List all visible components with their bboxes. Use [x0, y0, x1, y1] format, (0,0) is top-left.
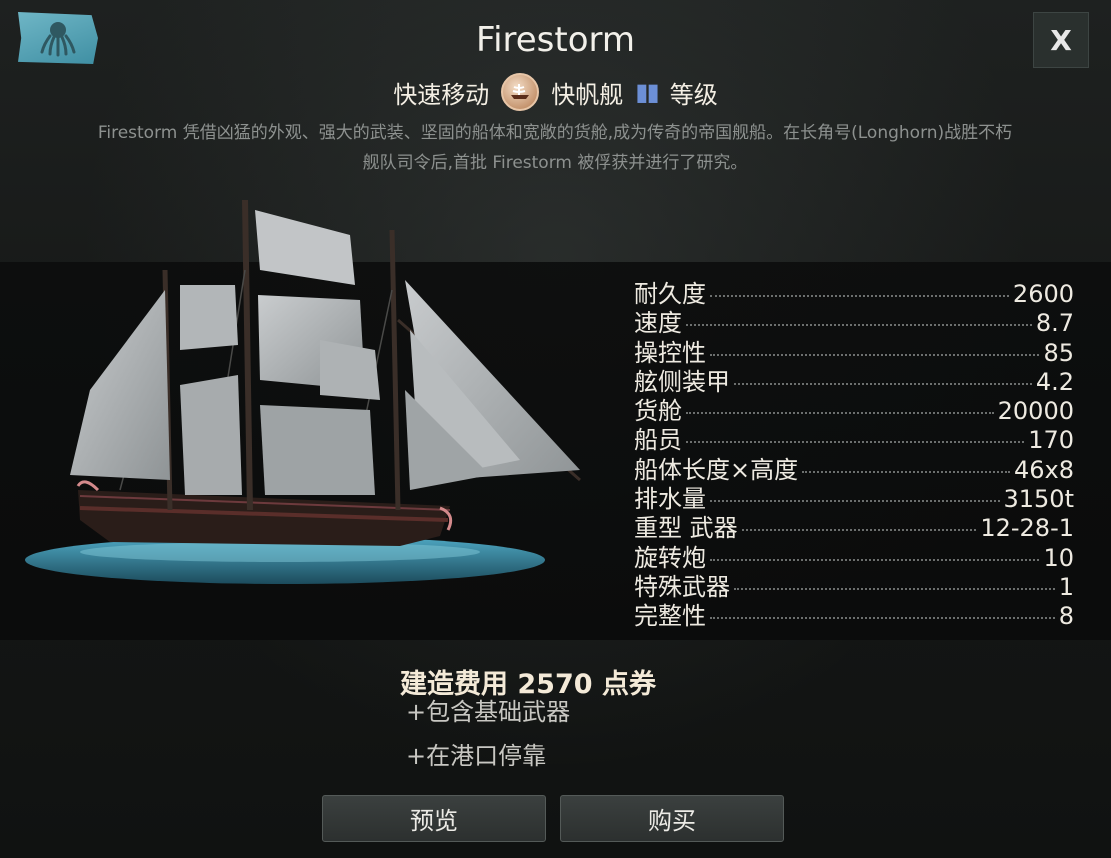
- ship-class-label: 快帆舰: [551, 80, 624, 109]
- include-item-weapons: +包含基础武器: [406, 698, 571, 726]
- stat-value: 20000: [997, 397, 1074, 426]
- dotted-leader: [710, 558, 1040, 561]
- stat-label: 完整性: [634, 602, 706, 631]
- dotted-leader: [686, 441, 1025, 444]
- dotted-leader: [734, 382, 1032, 385]
- dotted-leader: [710, 295, 1009, 297]
- stat-value: 8: [1058, 602, 1074, 631]
- stat-value: 10: [1043, 543, 1074, 572]
- stats-list: 耐久度 2600 速度 8.7 操控性 85 舷侧装甲 4.2 货舱 20000 船员 170 船体长度…: [634, 274, 1074, 630]
- buy-button[interactable]: 购买: [560, 795, 784, 842]
- dotted-leader: [802, 470, 1010, 473]
- preview-button[interactable]: 预览: [322, 795, 546, 842]
- move-tag: 快速移动: [393, 80, 490, 109]
- stat-row: 排水量 3150t: [634, 479, 1074, 513]
- stat-value: 1: [1058, 572, 1074, 601]
- rank-label: 等级: [669, 80, 718, 109]
- ship-title: Firestorm: [475, 20, 636, 60]
- stat-value: 46x8: [1013, 455, 1074, 484]
- ship-description: Firestorm 凭借凶猛的外观、强大的武装、坚固的船体和宽敞的货舱,成为传奇…: [97, 123, 1013, 173]
- ship-tags: 快速移动 快帆舰 ▮▮ 等级: [0, 73, 1111, 111]
- stat-row: 操控性 85: [634, 333, 1074, 367]
- stat-value: 12-28-1: [980, 514, 1074, 543]
- dotted-leader: [686, 412, 994, 415]
- dotted-leader: [710, 617, 1055, 620]
- rank-icon: ▮▮: [635, 78, 659, 106]
- stat-value: 8.7: [1035, 309, 1074, 338]
- stat-row: 船体长度×高度 46x8: [634, 450, 1074, 484]
- stat-value: 170: [1028, 426, 1074, 455]
- dotted-leader: [686, 324, 1032, 327]
- stat-row: 特殊武器 1: [634, 567, 1074, 601]
- stat-value: 85: [1043, 338, 1074, 367]
- dotted-leader: [710, 500, 1000, 503]
- ship-class-icon: [501, 73, 540, 111]
- stat-value: 4.2: [1035, 367, 1074, 396]
- dotted-leader: [741, 529, 977, 532]
- dotted-leader: [734, 587, 1055, 590]
- include-item-port: +在港口停靠: [406, 742, 547, 770]
- stat-value: 2600: [1012, 280, 1074, 308]
- ship-image: [25, 199, 581, 584]
- stat-row: 舷侧装甲 4.2: [634, 362, 1074, 396]
- stat-row: 完整性 8: [634, 596, 1074, 630]
- dotted-leader: [710, 353, 1040, 356]
- stat-value: 3150t: [1003, 485, 1075, 514]
- stat-row: 耐久度 2600: [634, 274, 1074, 308]
